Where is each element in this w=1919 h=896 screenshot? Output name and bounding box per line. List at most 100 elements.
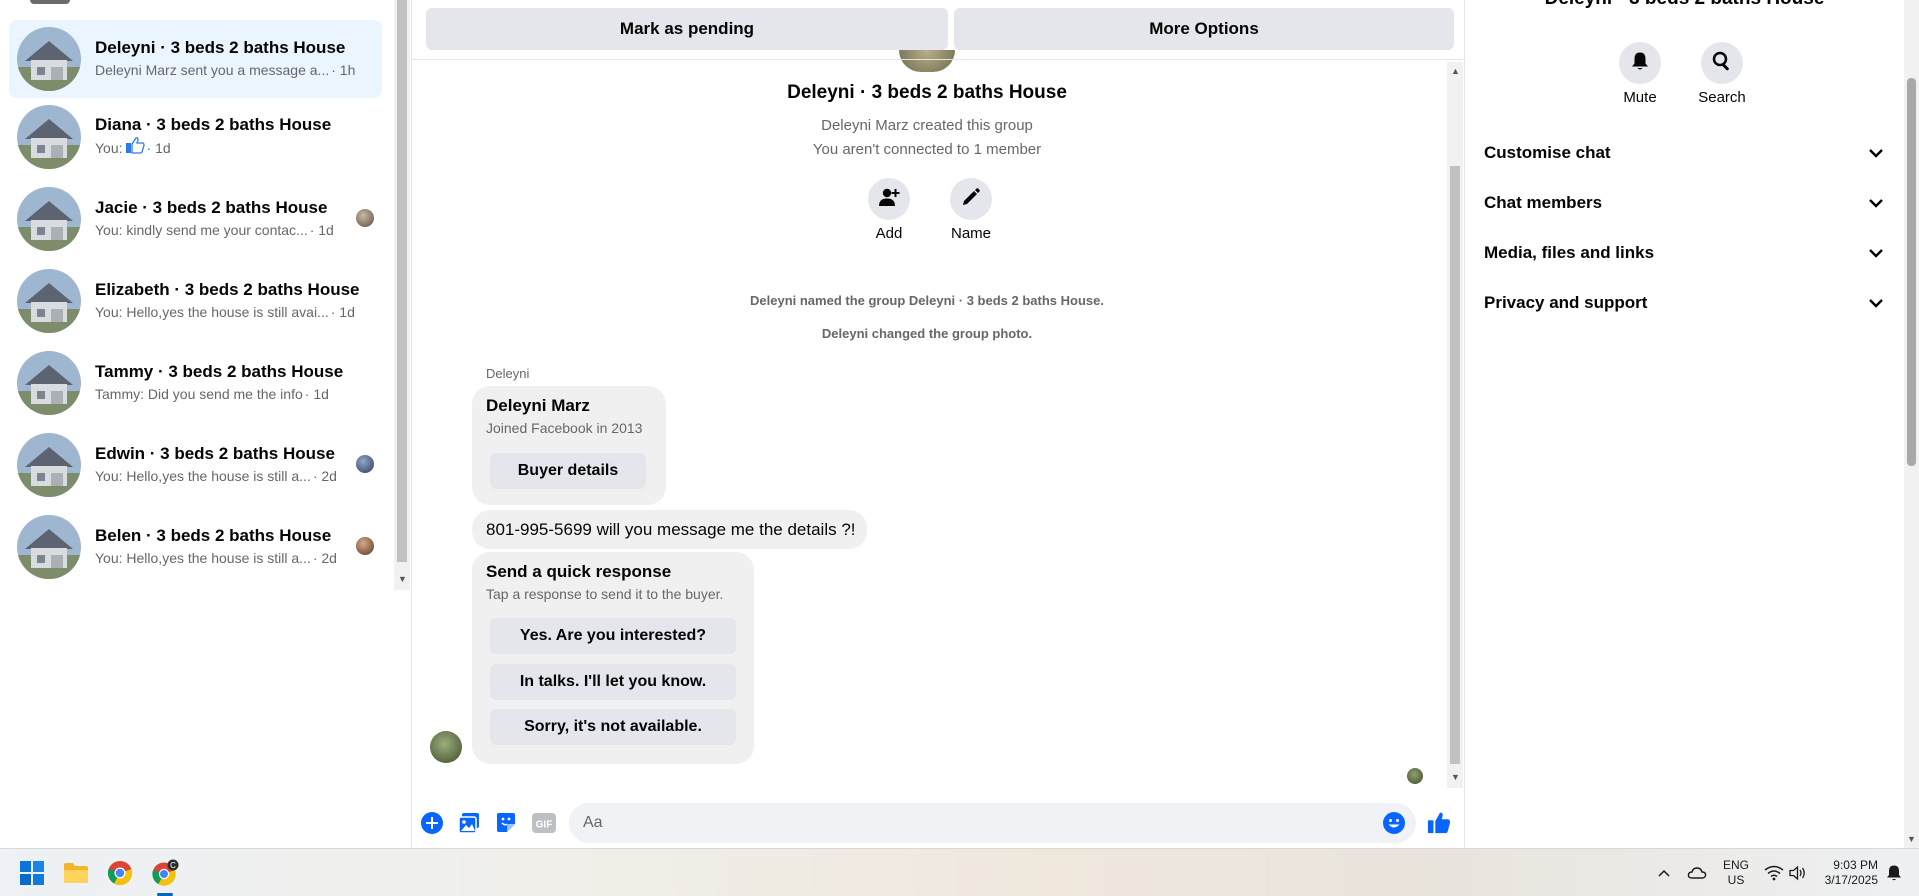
conversation-list-scrollbar[interactable]: ▼ <box>394 0 410 590</box>
media-files-links-section[interactable]: Media, files and links <box>1484 233 1884 273</box>
scroll-up-arrow-icon[interactable]: ▲ <box>1451 66 1460 76</box>
language-code: ENG <box>1722 858 1749 872</box>
house-avatar <box>17 351 81 415</box>
conversation-list: Deleyni · 3 beds 2 baths House Deleyni M… <box>0 0 393 848</box>
name-group-button[interactable] <box>950 178 992 220</box>
file-explorer-icon[interactable] <box>62 859 90 887</box>
profile-joined: Joined Facebook in 2013 <box>486 420 643 436</box>
system-message: Deleyni named the group Deleyni · 3 beds… <box>750 293 1104 308</box>
chevron-down-icon <box>1868 293 1884 313</box>
conversation-preview: You: <box>95 140 123 156</box>
conversation-preview: You: Hello,yes the house is still a... <box>95 550 311 566</box>
conversation-time: · 1d <box>330 304 355 320</box>
house-avatar <box>17 269 81 333</box>
conversation-time: · 1d <box>309 222 334 238</box>
conversation-preview: Tammy: Did you send me the info <box>95 386 303 402</box>
add-member-button[interactable] <box>868 178 910 220</box>
chat-members-section[interactable]: Chat members <box>1484 183 1884 223</box>
profile-name: Deleyni Marz <box>486 396 590 415</box>
system-message: Deleyni changed the group photo. <box>821 326 1033 341</box>
section-label: Chat members <box>1484 193 1603 212</box>
seen-avatar <box>356 455 374 473</box>
group-created-text: Deleyni Marz created this group <box>821 117 1033 134</box>
clock-time: 9:03 PM <box>1833 858 1878 872</box>
scroll-down-arrow-icon[interactable]: ▼ <box>1451 772 1460 782</box>
plus-icon[interactable] <box>420 811 444 835</box>
message-input[interactable] <box>569 803 1416 843</box>
conversation-item-elizabeth[interactable]: Elizabeth · 3 beds 2 baths House You: He… <box>9 262 382 340</box>
chevron-up-icon[interactable] <box>1650 859 1678 887</box>
conversation-item-edwin[interactable]: Edwin · 3 beds 2 baths House You: Hello,… <box>9 426 382 504</box>
conversation-item-tammy[interactable]: Tammy · 3 beds 2 baths House Tammy: Did … <box>9 344 382 422</box>
sticker-icon[interactable] <box>494 811 518 835</box>
photo-icon[interactable] <box>457 811 481 835</box>
messenger-screen: Deleyni · 3 beds 2 baths House Deleyni M… <box>0 0 1919 896</box>
message-composer: GIF <box>412 798 1466 848</box>
quick-response-yes-button[interactable]: Yes. Are you interested? <box>490 618 736 654</box>
sender-avatar <box>430 731 462 763</box>
conversation-preview: You: Hello,yes the house is still avai..… <box>95 304 329 320</box>
section-label: Media, files and links <box>1484 243 1655 262</box>
conversation-item-belen[interactable]: Belen · 3 beds 2 baths House You: Hello,… <box>9 508 382 586</box>
speaker-icon[interactable] <box>1784 859 1812 887</box>
chat-scrollbar[interactable]: ▲ ▼ <box>1447 62 1463 788</box>
chrome-icon[interactable] <box>106 859 134 887</box>
scroll-down-arrow-icon[interactable]: ▼ <box>398 574 407 584</box>
conversation-name: Elizabeth · 3 beds 2 baths House <box>95 280 360 299</box>
more-options-button[interactable]: More Options <box>954 8 1454 50</box>
house-avatar <box>17 105 81 169</box>
scrollbar-thumb[interactable] <box>397 0 407 562</box>
conversation-time: · 1d <box>146 140 171 156</box>
emoji-icon[interactable] <box>1382 811 1406 835</box>
details-title: Deleyni · 3 beds 2 baths House <box>1466 0 1903 10</box>
conversation-time: · 1h <box>331 62 356 78</box>
page-scrollbar[interactable]: ▼ <box>1904 0 1919 848</box>
quick-response-title: Send a quick response <box>486 562 672 581</box>
conversation-item-diana[interactable]: Diana · 3 beds 2 baths House You: · 1d <box>9 98 382 176</box>
scroll-down-arrow-icon[interactable]: ▼ <box>1907 834 1916 844</box>
mute-button[interactable] <box>1619 42 1661 84</box>
quick-response-in-talks-button[interactable]: In talks. I'll let you know. <box>490 664 736 700</box>
house-avatar <box>17 515 81 579</box>
thumbs-up-icon <box>125 136 145 160</box>
notification-bell-icon[interactable] <box>1882 859 1906 887</box>
clock-date: 3/17/2025 <box>1824 873 1878 887</box>
search-button[interactable] <box>1701 42 1743 84</box>
conversation-name: Edwin · 3 beds 2 baths House <box>95 444 335 463</box>
customise-chat-section[interactable]: Customise chat <box>1484 133 1884 173</box>
profile-card-bubble: Deleyni Marz Joined Facebook in 2013 Buy… <box>472 386 666 505</box>
scrollbar-thumb[interactable] <box>1450 166 1460 764</box>
conversation-name: Deleyni · 3 beds 2 baths House <box>95 38 346 57</box>
windows-start-icon[interactable] <box>18 859 46 887</box>
scrollbar-thumb[interactable] <box>1907 78 1916 466</box>
conversation-time: · 2d <box>312 550 337 566</box>
quick-response-subtitle: Tap a response to send it to the buyer. <box>486 586 724 602</box>
seen-by-avatar <box>1407 768 1423 784</box>
seen-avatar <box>356 209 374 227</box>
buyer-details-button[interactable]: Buyer details <box>490 453 646 489</box>
like-send-icon[interactable] <box>1427 811 1451 835</box>
quick-response-bubble: Send a quick response Tap a response to … <box>472 552 754 764</box>
chevron-down-icon <box>1868 243 1884 263</box>
conversation-item-jacie[interactable]: Jacie · 3 beds 2 baths House You: kindly… <box>9 180 382 258</box>
privacy-support-section[interactable]: Privacy and support <box>1484 283 1884 323</box>
conversation-item-deleyni[interactable]: Deleyni · 3 beds 2 baths House Deleyni M… <box>9 20 382 98</box>
mark-as-pending-button[interactable]: Mark as pending <box>426 8 948 50</box>
search-label: Search <box>1698 89 1746 106</box>
onedrive-cloud-icon[interactable] <box>1683 859 1711 887</box>
system-clock[interactable]: 9:03 PM 3/17/2025 <box>1812 858 1878 888</box>
chrome-profile-icon[interactable]: C <box>151 859 179 887</box>
region-code: US <box>1727 873 1745 887</box>
gif-icon[interactable]: GIF <box>531 811 557 835</box>
conversation-time: · 1d <box>304 386 329 402</box>
chevron-down-icon <box>1868 143 1884 163</box>
add-person-icon <box>878 187 900 212</box>
header-divider <box>412 59 1466 60</box>
search-icon <box>1712 51 1732 76</box>
section-label: Customise chat <box>1484 143 1611 162</box>
conversation-name: Jacie · 3 beds 2 baths House <box>95 198 328 217</box>
conversation-preview: You: kindly send me your contac... <box>95 222 308 238</box>
house-avatar <box>17 433 81 497</box>
input-language[interactable]: ENG US <box>1718 858 1754 888</box>
quick-response-not-available-button[interactable]: Sorry, it's not available. <box>490 709 736 745</box>
